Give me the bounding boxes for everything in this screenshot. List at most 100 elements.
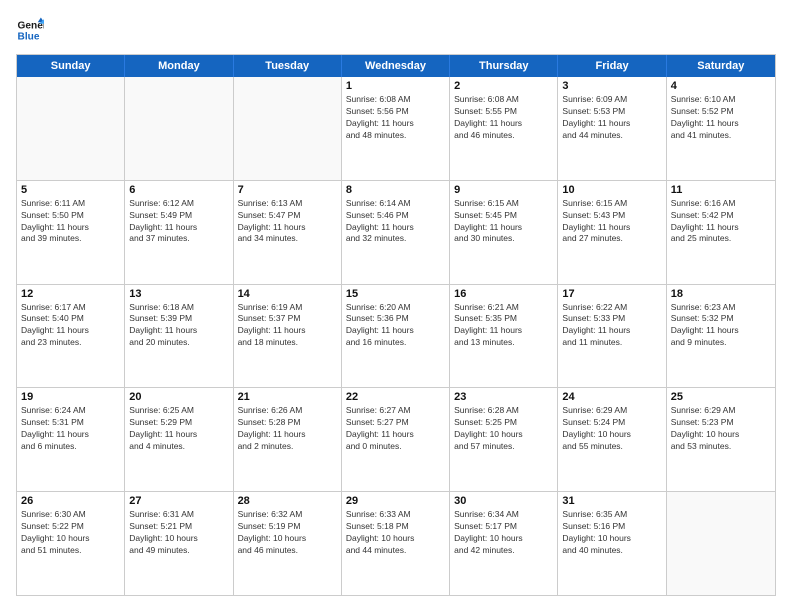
- day-number: 13: [129, 288, 228, 300]
- calendar-cell-empty: [234, 77, 342, 180]
- day-content: Sunrise: 6:29 AM Sunset: 5:24 PM Dayligh…: [562, 405, 661, 453]
- day-content: Sunrise: 6:26 AM Sunset: 5:28 PM Dayligh…: [238, 405, 337, 453]
- day-content: Sunrise: 6:27 AM Sunset: 5:27 PM Dayligh…: [346, 405, 445, 453]
- calendar-cell-10: 10 Sunrise: 6:15 AM Sunset: 5:43 PM Dayli…: [558, 181, 666, 284]
- header-day-tuesday: Tuesday: [234, 55, 342, 77]
- calendar-cell-7: 7 Sunrise: 6:13 AM Sunset: 5:47 PM Daylig…: [234, 181, 342, 284]
- calendar-cell-9: 9Sunrise: 6:15 AM Sunset: 5:45 PM Daylig…: [450, 181, 558, 284]
- calendar-cell-14: 14 Sunrise: 6:19 AM Sunset: 5:37 PM Dayli…: [234, 285, 342, 388]
- day-number: 10: [562, 184, 661, 196]
- logo: General Blue: [16, 16, 44, 44]
- calendar-cell-12: 12 Sunrise: 6:17 AM Sunset: 5:40 PM Dayli…: [17, 285, 125, 388]
- day-content: Sunrise: 6:33 AM Sunset: 5:18 PM Dayligh…: [346, 509, 445, 557]
- day-number: 19: [21, 391, 120, 403]
- day-content: Sunrise: 6:09 AM Sunset: 5:53 PM Dayligh…: [562, 94, 661, 142]
- day-number: 14: [238, 288, 337, 300]
- day-content: Sunrise: 6:10 AM Sunset: 5:52 PM Dayligh…: [671, 94, 771, 142]
- day-number: 16: [454, 288, 553, 300]
- calendar-cell-25: 25Sunrise: 6:29 AM Sunset: 5:23 PM Dayli…: [667, 388, 775, 491]
- day-number: 28: [238, 495, 337, 507]
- day-number: 18: [671, 288, 771, 300]
- day-content: Sunrise: 6:31 AM Sunset: 5:21 PM Dayligh…: [129, 509, 228, 557]
- header-day-saturday: Saturday: [667, 55, 775, 77]
- day-content: Sunrise: 6:24 AM Sunset: 5:31 PM Dayligh…: [21, 405, 120, 453]
- day-content: Sunrise: 6:23 AM Sunset: 5:32 PM Dayligh…: [671, 302, 771, 350]
- calendar-cell-5: 5Sunrise: 6:11 AM Sunset: 5:50 PM Daylig…: [17, 181, 125, 284]
- day-number: 9: [454, 184, 553, 196]
- day-content: Sunrise: 6:08 AM Sunset: 5:55 PM Dayligh…: [454, 94, 553, 142]
- calendar-cell-13: 13 Sunrise: 6:18 AM Sunset: 5:39 PM Dayli…: [125, 285, 233, 388]
- calendar-cell-3: 3 Sunrise: 6:09 AM Sunset: 5:53 PM Daylig…: [558, 77, 666, 180]
- header-day-monday: Monday: [125, 55, 233, 77]
- calendar-cell-24: 24 Sunrise: 6:29 AM Sunset: 5:24 PM Dayli…: [558, 388, 666, 491]
- calendar-cell-27: 27Sunrise: 6:31 AM Sunset: 5:21 PM Dayli…: [125, 492, 233, 595]
- calendar-cell-15: 15Sunrise: 6:20 AM Sunset: 5:36 PM Dayli…: [342, 285, 450, 388]
- calendar-cell-empty: [17, 77, 125, 180]
- calendar-cell-empty: [125, 77, 233, 180]
- calendar-cell-28: 28Sunrise: 6:32 AM Sunset: 5:19 PM Dayli…: [234, 492, 342, 595]
- calendar-cell-8: 8 Sunrise: 6:14 AM Sunset: 5:46 PM Daylig…: [342, 181, 450, 284]
- day-content: Sunrise: 6:34 AM Sunset: 5:17 PM Dayligh…: [454, 509, 553, 557]
- header-day-wednesday: Wednesday: [342, 55, 450, 77]
- page: General Blue SundayMondayTuesdayWednesda…: [0, 0, 792, 612]
- calendar-cell-20: 20 Sunrise: 6:25 AM Sunset: 5:29 PM Dayli…: [125, 388, 233, 491]
- day-number: 8: [346, 184, 445, 196]
- calendar-row-4: 19 Sunrise: 6:24 AM Sunset: 5:31 PM Dayli…: [17, 387, 775, 491]
- day-content: Sunrise: 6:35 AM Sunset: 5:16 PM Dayligh…: [562, 509, 661, 557]
- day-number: 29: [346, 495, 445, 507]
- header-day-sunday: Sunday: [17, 55, 125, 77]
- day-number: 3: [562, 80, 661, 92]
- day-number: 6: [129, 184, 228, 196]
- calendar-cell-22: 22 Sunrise: 6:27 AM Sunset: 5:27 PM Dayli…: [342, 388, 450, 491]
- day-content: Sunrise: 6:25 AM Sunset: 5:29 PM Dayligh…: [129, 405, 228, 453]
- day-content: Sunrise: 6:19 AM Sunset: 5:37 PM Dayligh…: [238, 302, 337, 350]
- day-content: Sunrise: 6:15 AM Sunset: 5:43 PM Dayligh…: [562, 198, 661, 246]
- day-number: 5: [21, 184, 120, 196]
- header: General Blue: [16, 16, 776, 44]
- calendar-cell-4: 4Sunrise: 6:10 AM Sunset: 5:52 PM Daylig…: [667, 77, 775, 180]
- calendar-cell-23: 23Sunrise: 6:28 AM Sunset: 5:25 PM Dayli…: [450, 388, 558, 491]
- calendar: SundayMondayTuesdayWednesdayThursdayFrid…: [16, 54, 776, 596]
- day-number: 31: [562, 495, 661, 507]
- calendar-header: SundayMondayTuesdayWednesdayThursdayFrid…: [17, 55, 775, 77]
- calendar-row-3: 12 Sunrise: 6:17 AM Sunset: 5:40 PM Dayli…: [17, 284, 775, 388]
- calendar-cell-21: 21Sunrise: 6:26 AM Sunset: 5:28 PM Dayli…: [234, 388, 342, 491]
- calendar-cell-empty: [667, 492, 775, 595]
- day-content: Sunrise: 6:16 AM Sunset: 5:42 PM Dayligh…: [671, 198, 771, 246]
- day-content: Sunrise: 6:18 AM Sunset: 5:39 PM Dayligh…: [129, 302, 228, 350]
- calendar-cell-16: 16 Sunrise: 6:21 AM Sunset: 5:35 PM Dayli…: [450, 285, 558, 388]
- day-content: Sunrise: 6:21 AM Sunset: 5:35 PM Dayligh…: [454, 302, 553, 350]
- header-day-thursday: Thursday: [450, 55, 558, 77]
- day-content: Sunrise: 6:30 AM Sunset: 5:22 PM Dayligh…: [21, 509, 120, 557]
- day-number: 20: [129, 391, 228, 403]
- day-number: 12: [21, 288, 120, 300]
- header-day-friday: Friday: [558, 55, 666, 77]
- calendar-cell-17: 17 Sunrise: 6:22 AM Sunset: 5:33 PM Dayli…: [558, 285, 666, 388]
- day-number: 15: [346, 288, 445, 300]
- day-content: Sunrise: 6:22 AM Sunset: 5:33 PM Dayligh…: [562, 302, 661, 350]
- calendar-row-5: 26 Sunrise: 6:30 AM Sunset: 5:22 PM Dayli…: [17, 491, 775, 595]
- day-number: 24: [562, 391, 661, 403]
- calendar-cell-2: 2Sunrise: 6:08 AM Sunset: 5:55 PM Daylig…: [450, 77, 558, 180]
- day-number: 23: [454, 391, 553, 403]
- day-number: 30: [454, 495, 553, 507]
- day-content: Sunrise: 6:13 AM Sunset: 5:47 PM Dayligh…: [238, 198, 337, 246]
- calendar-cell-1: 1 Sunrise: 6:08 AM Sunset: 5:56 PM Daylig…: [342, 77, 450, 180]
- day-content: Sunrise: 6:08 AM Sunset: 5:56 PM Dayligh…: [346, 94, 445, 142]
- calendar-cell-6: 6Sunrise: 6:12 AM Sunset: 5:49 PM Daylig…: [125, 181, 233, 284]
- calendar-row-2: 5Sunrise: 6:11 AM Sunset: 5:50 PM Daylig…: [17, 180, 775, 284]
- calendar-cell-11: 11Sunrise: 6:16 AM Sunset: 5:42 PM Dayli…: [667, 181, 775, 284]
- day-number: 7: [238, 184, 337, 196]
- day-number: 17: [562, 288, 661, 300]
- day-content: Sunrise: 6:14 AM Sunset: 5:46 PM Dayligh…: [346, 198, 445, 246]
- day-number: 1: [346, 80, 445, 92]
- logo-icon: General Blue: [16, 16, 44, 44]
- day-content: Sunrise: 6:17 AM Sunset: 5:40 PM Dayligh…: [21, 302, 120, 350]
- calendar-cell-18: 18 Sunrise: 6:23 AM Sunset: 5:32 PM Dayli…: [667, 285, 775, 388]
- calendar-cell-19: 19 Sunrise: 6:24 AM Sunset: 5:31 PM Dayli…: [17, 388, 125, 491]
- day-number: 22: [346, 391, 445, 403]
- calendar-cell-30: 30 Sunrise: 6:34 AM Sunset: 5:17 PM Dayli…: [450, 492, 558, 595]
- day-number: 26: [21, 495, 120, 507]
- calendar-cell-26: 26 Sunrise: 6:30 AM Sunset: 5:22 PM Dayli…: [17, 492, 125, 595]
- svg-text:Blue: Blue: [18, 31, 40, 42]
